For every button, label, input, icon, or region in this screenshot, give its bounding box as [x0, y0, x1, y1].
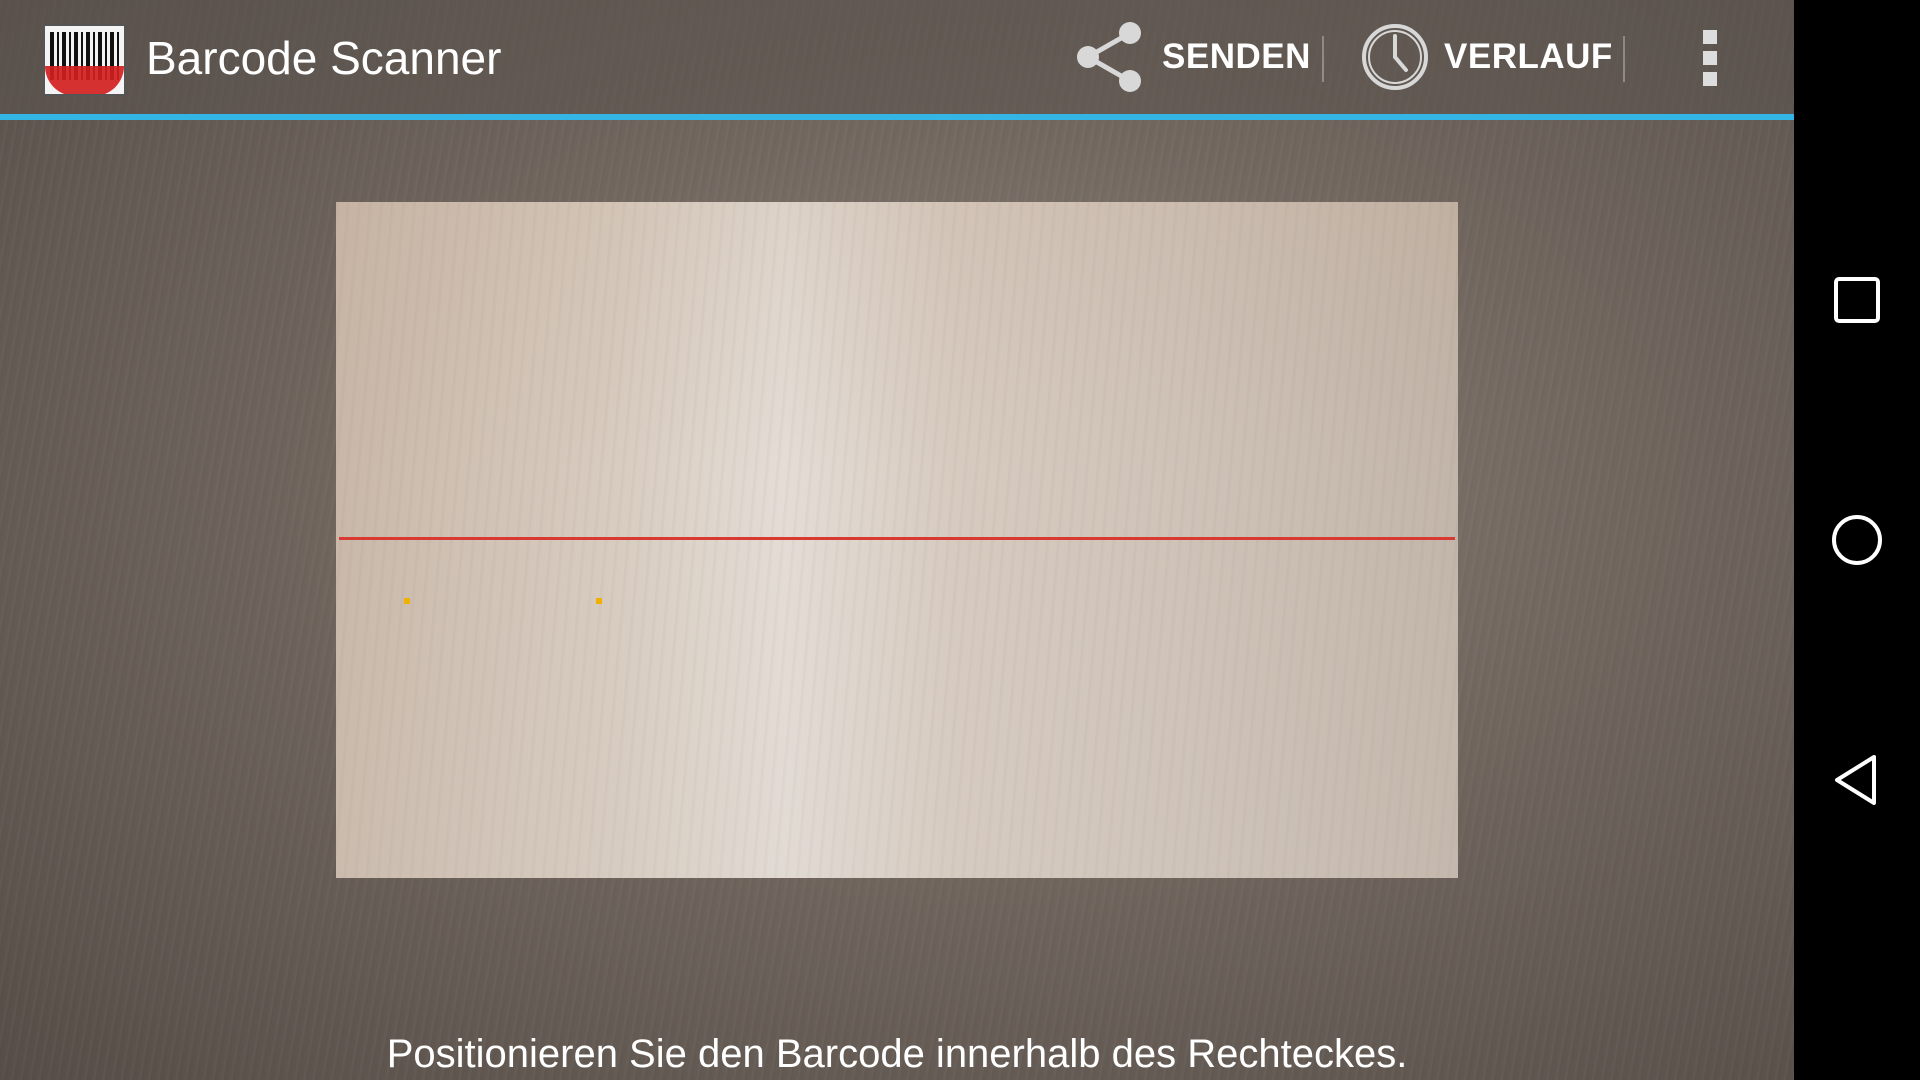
action-bar: Barcode Scanner SENDEN VERLAUF	[0, 0, 1794, 114]
share-button[interactable]: SENDEN	[1072, 0, 1311, 114]
navigation-bar	[1794, 0, 1920, 1080]
status-text: Positionieren Sie den Barcode innerhalb …	[386, 1032, 1408, 1076]
triangle-back-icon[interactable]	[1827, 750, 1887, 810]
action-bar-accent-line	[0, 114, 1794, 120]
share-button-label: SENDEN	[1162, 37, 1311, 76]
square-icon[interactable]	[1827, 270, 1887, 330]
result-point	[404, 598, 410, 604]
action-divider	[1322, 36, 1324, 82]
result-point	[596, 598, 602, 604]
app-title: Barcode Scanner	[146, 32, 502, 84]
history-button[interactable]: VERLAUF	[1360, 0, 1613, 114]
viewfinder-rectangle	[336, 202, 1458, 878]
circle-icon[interactable]	[1827, 510, 1887, 570]
history-button-label: VERLAUF	[1444, 37, 1613, 76]
share-icon	[1077, 22, 1141, 92]
barcode-scanner-logo-icon	[43, 24, 126, 96]
scan-laser-line	[339, 537, 1455, 540]
overflow-menu-icon[interactable]	[1690, 22, 1730, 94]
camera-preview: Barcode Scanner SENDEN VERLAUF Positioni…	[0, 0, 1794, 1080]
clock-icon	[1362, 24, 1428, 90]
action-divider	[1623, 36, 1625, 82]
